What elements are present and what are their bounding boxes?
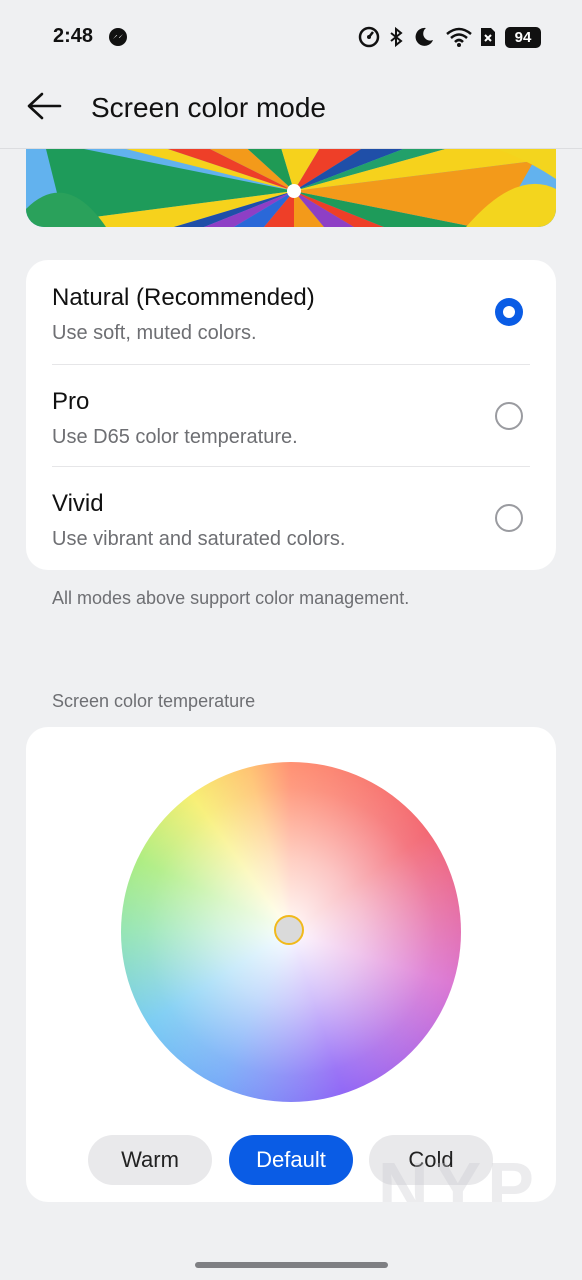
wifi-icon <box>446 27 472 47</box>
color-temperature-card: Warm Default Cold NYP <box>26 727 556 1202</box>
page-title: Screen color mode <box>91 92 327 123</box>
app-header: Screen color mode <box>0 76 582 148</box>
mode-title: Pro <box>52 388 90 415</box>
warm-button[interactable]: Warm <box>88 1135 212 1185</box>
watermark-logo: NYP <box>378 1148 540 1202</box>
default-button[interactable]: Default <box>229 1135 353 1185</box>
no-sim-icon <box>481 28 495 46</box>
color-preview-image <box>26 149 556 227</box>
messenger-icon <box>109 28 127 46</box>
radio-button[interactable] <box>495 402 523 430</box>
mode-description: Use vibrant and saturated colors. <box>52 528 346 550</box>
arrow-left-icon <box>27 92 62 120</box>
radio-button[interactable] <box>495 504 523 532</box>
status-time: 2:48 <box>53 25 94 47</box>
mode-option-pro[interactable]: Pro Use D65 color temperature. <box>26 364 556 466</box>
mode-description: Use soft, muted colors. <box>52 322 257 344</box>
color-mode-card: Natural (Recommended) Use soft, muted co… <box>26 260 556 570</box>
mode-title: Natural (Recommended) <box>52 284 315 311</box>
data-saver-icon <box>358 26 380 48</box>
modes-footnote: All modes above support color management… <box>52 588 410 608</box>
status-bar: 2:48 94 <box>0 0 582 76</box>
color-temperature-wheel[interactable] <box>121 762 461 1102</box>
mode-title: Vivid <box>52 490 104 517</box>
battery-icon: 94 <box>505 27 541 48</box>
do-not-disturb-icon <box>415 27 433 46</box>
home-indicator[interactable] <box>195 1262 388 1268</box>
back-button[interactable] <box>24 90 68 126</box>
radio-button-selected[interactable] <box>495 298 523 326</box>
color-wheel-handle[interactable] <box>274 915 304 945</box>
mode-option-vivid[interactable]: Vivid Use vibrant and saturated colors. <box>26 466 556 568</box>
mode-option-natural[interactable]: Natural (Recommended) Use soft, muted co… <box>26 260 556 362</box>
section-label-temperature: Screen color temperature <box>52 691 256 711</box>
bluetooth-icon <box>390 26 403 48</box>
mode-description: Use D65 color temperature. <box>52 426 298 448</box>
